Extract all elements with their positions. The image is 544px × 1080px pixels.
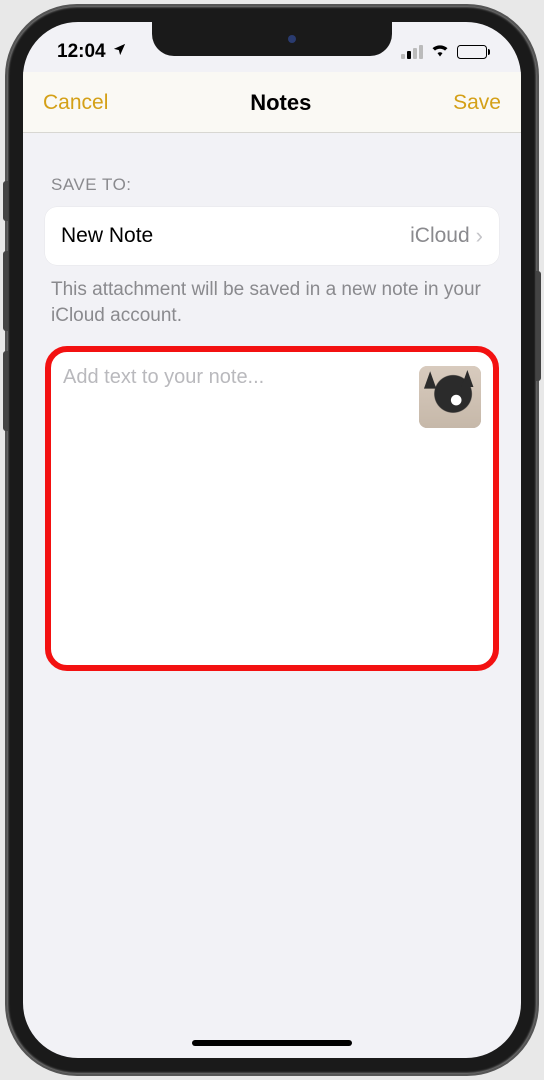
cancel-button[interactable]: Cancel — [43, 91, 108, 115]
note-placeholder: Add text to your note... — [63, 366, 264, 389]
battery-icon — [457, 45, 487, 59]
screen: 12:04 Cancel Notes Save SAVE TO: — [23, 22, 521, 1058]
cellular-signal-icon — [401, 45, 423, 59]
volume-up-button — [3, 251, 8, 331]
mute-switch — [3, 181, 8, 221]
page-title: Notes — [250, 90, 311, 116]
destination-account: iCloud — [410, 224, 470, 248]
status-time: 12:04 — [57, 41, 106, 63]
content-area: SAVE TO: New Note iCloud › This attachme… — [23, 133, 521, 695]
attachment-thumbnail[interactable] — [419, 366, 481, 428]
phone-frame: 12:04 Cancel Notes Save SAVE TO: — [7, 6, 537, 1074]
navigation-bar: Cancel Notes Save — [23, 72, 521, 133]
chevron-right-icon: › — [476, 223, 483, 249]
save-button[interactable]: Save — [453, 91, 501, 115]
power-button — [536, 271, 541, 381]
helper-text: This attachment will be saved in a new n… — [51, 277, 493, 328]
volume-down-button — [3, 351, 8, 431]
wifi-icon — [430, 41, 450, 63]
location-services-icon — [112, 41, 127, 63]
destination-row[interactable]: New Note iCloud › — [45, 207, 499, 265]
save-to-label: SAVE TO: — [51, 175, 493, 195]
home-indicator[interactable] — [192, 1040, 352, 1046]
cat-photo-icon — [419, 366, 481, 428]
front-camera-icon — [288, 35, 296, 43]
note-text-area[interactable]: Add text to your note... — [45, 346, 499, 671]
notch — [152, 22, 392, 56]
destination-title: New Note — [61, 224, 153, 248]
